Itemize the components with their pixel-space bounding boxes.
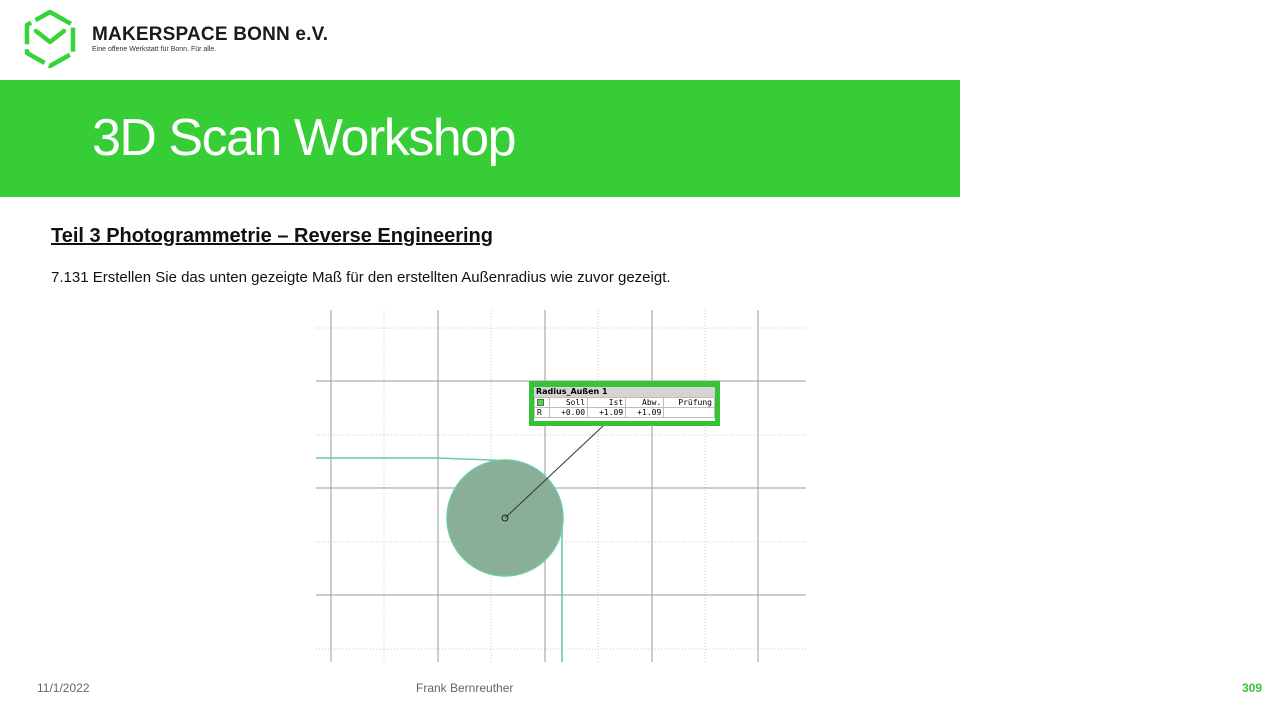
org-name: MAKERSPACE BONN e.V. xyxy=(92,24,329,45)
column-header: Ist xyxy=(587,397,627,408)
column-header: Soll xyxy=(548,397,589,408)
dimension-table: Soll Ist Abw. Prüfung R +0.00 +1.09 +1.0… xyxy=(534,397,715,418)
footer-date: 11/1/2022 xyxy=(37,681,90,695)
dimension-label: Radius_Außen 1 Soll Ist Abw. Prüfung R +… xyxy=(529,381,720,426)
pruefung-value xyxy=(663,407,715,418)
page-number: 309 xyxy=(1242,681,1263,695)
slide-title: 3D Scan Workshop xyxy=(92,109,517,167)
table-row: Soll Ist Abw. Prüfung xyxy=(534,397,715,408)
hexagon-m-logo-icon xyxy=(24,9,76,69)
instruction-text: 7.131 Erstellen Sie das unten gezeigte M… xyxy=(51,269,671,286)
org-tagline: Eine offene Werkstatt für Bonn. Für alle… xyxy=(92,46,217,53)
table-row: R +0.00 +1.09 +1.09 xyxy=(534,407,715,418)
check-icon xyxy=(537,399,544,406)
section-title: Teil 3 Photogrammetrie – Reverse Enginee… xyxy=(51,225,493,247)
column-header: Abw. xyxy=(625,397,665,408)
ist-value: +1.09 xyxy=(587,407,627,418)
column-header: Prüfung xyxy=(663,397,715,408)
soll-value: +0.00 xyxy=(548,407,589,418)
row-label: R xyxy=(534,407,550,418)
abw-value: +1.09 xyxy=(625,407,665,418)
dimension-title: Radius_Außen 1 xyxy=(534,387,715,397)
cad-viewport-figure xyxy=(316,310,806,662)
footer-author: Frank Bernreuther xyxy=(416,681,514,695)
